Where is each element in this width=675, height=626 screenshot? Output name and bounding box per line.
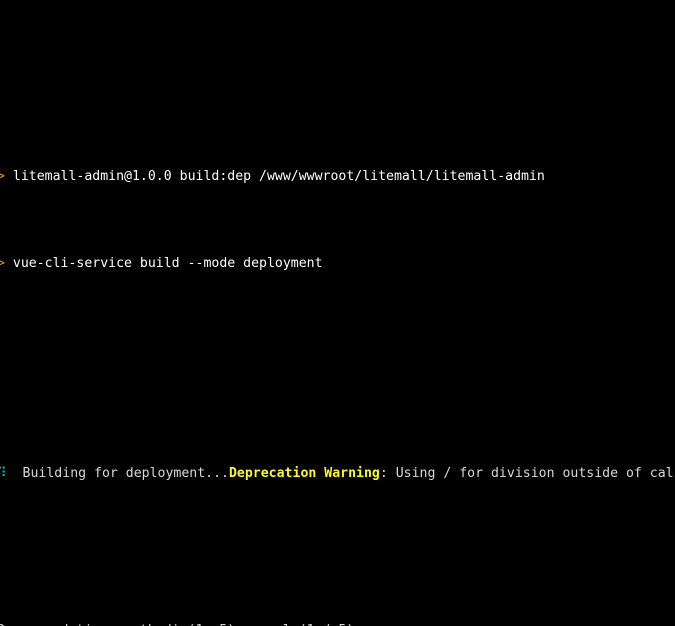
- building-text: Building for deployment...: [6, 465, 229, 481]
- deprecation-warning-message: : Using / for division outside of cal: [379, 465, 674, 481]
- terminal-window[interactable]: > litemall-admin@1.0.0 build:dep /www/ww…: [0, 0, 675, 626]
- terminal-line-npm-script: > litemall-admin@1.0.0 build:dep /www/ww…: [0, 168, 675, 185]
- spinner-icon: ⠹: [0, 465, 7, 481]
- command-text: vue-cli-service build --mode deployment: [4, 256, 323, 272]
- terminal-line-command: > vue-cli-service build --mode deploymen…: [0, 255, 675, 272]
- terminal-line-recommendation-1: Recommendation: math.div(1, 5) or calc(1…: [0, 622, 675, 626]
- terminal-scroll-content: > litemall-admin@1.0.0 build:dep /www/ww…: [0, 11, 675, 626]
- terminal-line-building: ⠹ Building for deployment...Deprecation …: [0, 465, 675, 482]
- npm-script-text: litemall-admin@1.0.0 build:dep /www/wwwr…: [4, 169, 545, 185]
- deprecation-warning-label: Deprecation Warning: [228, 465, 380, 481]
